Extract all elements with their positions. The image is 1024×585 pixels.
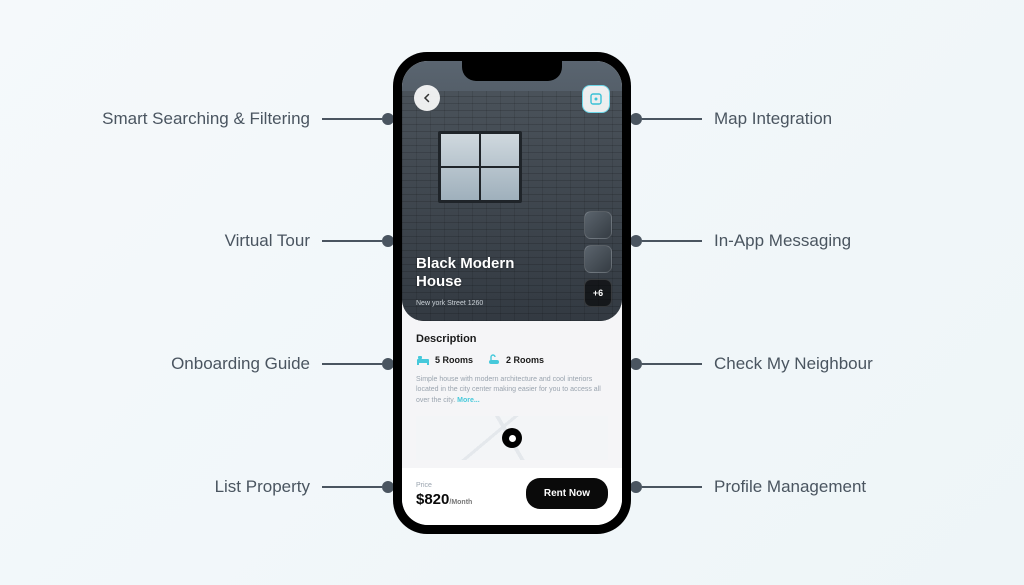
description-text: Simple house with modern architecture an… bbox=[416, 375, 608, 407]
price-suffix: /Month bbox=[449, 499, 472, 506]
description-body: Simple house with modern architecture an… bbox=[416, 376, 601, 404]
stat-bathrooms-value: 2 Rooms bbox=[506, 355, 544, 365]
feature-list-property: List Property bbox=[203, 477, 394, 497]
callout-dot bbox=[630, 235, 642, 247]
price-block: Price $820/Month bbox=[416, 482, 472, 509]
feature-label: Check My Neighbour bbox=[702, 354, 885, 374]
callout-line bbox=[642, 486, 702, 488]
feature-label: Virtual Tour bbox=[213, 231, 322, 251]
phone-frame: Black Modern House New york Street 1260 … bbox=[393, 52, 631, 534]
phone-notch bbox=[462, 61, 562, 81]
callout-dot bbox=[630, 113, 642, 125]
feature-map-integration: Map Integration bbox=[630, 109, 844, 129]
feature-diagram: Smart Searching & Filtering Virtual Tour… bbox=[0, 0, 1024, 585]
callout-line bbox=[322, 363, 382, 365]
feature-messaging: In-App Messaging bbox=[630, 231, 863, 251]
property-title: Black Modern House bbox=[416, 255, 536, 291]
feature-label: Map Integration bbox=[702, 109, 844, 129]
property-stats: 5 Rooms 2 Rooms bbox=[416, 353, 608, 367]
map-button[interactable] bbox=[582, 85, 610, 113]
phone-screen: Black Modern House New york Street 1260 … bbox=[402, 61, 622, 525]
feature-virtual-tour: Virtual Tour bbox=[213, 231, 394, 251]
price-line: $820/Month bbox=[416, 491, 472, 509]
callout-line bbox=[642, 363, 702, 365]
price-value: $820 bbox=[416, 491, 449, 508]
callout-line bbox=[322, 486, 382, 488]
stat-bedrooms: 5 Rooms bbox=[416, 353, 473, 367]
chevron-left-icon bbox=[422, 93, 432, 103]
photo-thumb[interactable] bbox=[584, 245, 612, 273]
callout-line bbox=[322, 118, 382, 120]
feature-smart-search: Smart Searching & Filtering bbox=[90, 109, 394, 129]
callout-line bbox=[642, 240, 702, 242]
description-heading: Description bbox=[416, 333, 608, 345]
map-pin-icon bbox=[502, 428, 522, 448]
stat-bedrooms-value: 5 Rooms bbox=[435, 355, 473, 365]
property-hero: Black Modern House New york Street 1260 … bbox=[402, 61, 622, 321]
feature-onboarding: Onboarding Guide bbox=[159, 354, 394, 374]
callout-line bbox=[642, 118, 702, 120]
callout-line bbox=[322, 240, 382, 242]
mini-map[interactable] bbox=[416, 416, 608, 460]
property-body: Description 5 Rooms 2 Rooms bbox=[402, 321, 622, 461]
feature-neighbour: Check My Neighbour bbox=[630, 354, 885, 374]
property-address: New york Street 1260 bbox=[416, 300, 483, 307]
feature-label: List Property bbox=[203, 477, 322, 497]
feature-profile: Profile Management bbox=[630, 477, 878, 497]
callout-dot bbox=[630, 481, 642, 493]
more-link[interactable]: More... bbox=[457, 397, 480, 404]
feature-label: In-App Messaging bbox=[702, 231, 863, 251]
feature-label: Smart Searching & Filtering bbox=[90, 109, 322, 129]
photo-thumb-more[interactable]: +6 bbox=[584, 279, 612, 307]
feature-label: Onboarding Guide bbox=[159, 354, 322, 374]
bath-icon bbox=[487, 353, 501, 367]
feature-label: Profile Management bbox=[702, 477, 878, 497]
callout-dot bbox=[630, 358, 642, 370]
map-icon bbox=[589, 92, 603, 106]
back-button[interactable] bbox=[414, 85, 440, 111]
bottom-bar: Price $820/Month Rent Now bbox=[402, 468, 622, 525]
rent-now-button[interactable]: Rent Now bbox=[526, 478, 608, 509]
photo-thumb[interactable] bbox=[584, 211, 612, 239]
price-label: Price bbox=[416, 482, 472, 489]
stat-bathrooms: 2 Rooms bbox=[487, 353, 544, 367]
bed-icon bbox=[416, 353, 430, 367]
photo-thumbnails: +6 bbox=[584, 211, 612, 307]
